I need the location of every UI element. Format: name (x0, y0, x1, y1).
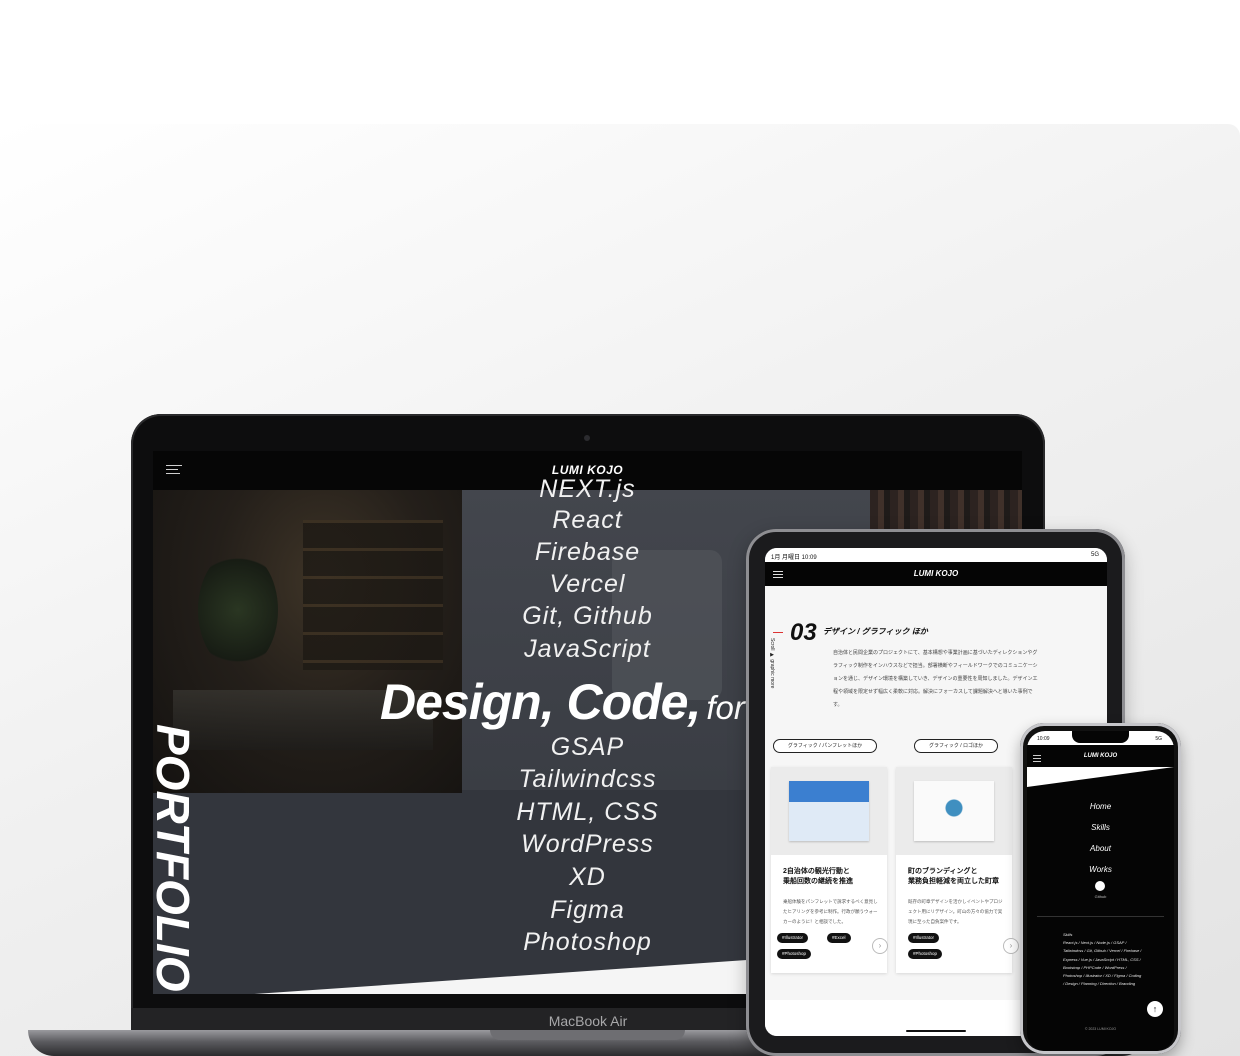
github-label: Github (1094, 894, 1107, 899)
section-body: 自治体と民間企業のプロジェクトにて、基本構想や事業計画に基づいたディレクションや… (833, 650, 1038, 708)
category-pill[interactable]: グラフィック / ロゴほか (914, 739, 998, 753)
card-tag[interactable]: #Illustrator (908, 933, 940, 943)
nav-item-works[interactable]: Works (1027, 865, 1174, 874)
site-header: LUMI KOJO (1027, 745, 1174, 767)
site-header: LUMI KOJO (765, 562, 1107, 586)
hero-big-text: Design, Code, (380, 674, 701, 730)
phone-notch (1072, 731, 1129, 743)
status-signal: 5G (1090, 552, 1099, 558)
card-title: 町のブランディングと 業務負担軽減を両立した町章 (908, 868, 999, 885)
nav-item-home[interactable]: Home (1027, 802, 1174, 811)
next-arrow-icon[interactable]: › (872, 938, 888, 954)
slanted-divider (1027, 767, 1174, 787)
back-to-top-icon[interactable]: ↑ (1147, 1001, 1163, 1017)
card-image (771, 767, 887, 855)
card-tag[interactable]: #Photoshop (908, 949, 943, 959)
camera-dot (584, 435, 590, 441)
phone-screen: 10:09 5G LUMI KOJO Home Skills About Wor… (1027, 731, 1174, 1051)
tshirt-thumbnail (914, 781, 994, 841)
copyright: © 2023 LUMI KOJO (1084, 1027, 1117, 1031)
laptop-notch (490, 1030, 685, 1040)
card-description: 既存の町章デザインを活かしイベントやプロジェクト用にリデザイン。町山の方々の協力… (908, 899, 1003, 924)
section-title: デザイン / グラフィック ほか (823, 627, 928, 636)
card-image (896, 767, 1012, 855)
home-indicator (906, 1030, 966, 1032)
github-icon[interactable] (1095, 881, 1105, 891)
skills-list: Skills React.js / Next.js / Node.js / GS… (1063, 932, 1142, 987)
accent-line (773, 632, 783, 633)
status-time: 10:09 (1037, 736, 1050, 742)
site-logo[interactable]: LUMI KOJO (765, 569, 1107, 578)
card-tag[interactable]: #Illustrator (777, 933, 809, 943)
nav-item-skills[interactable]: Skills (1027, 823, 1174, 832)
site-logo[interactable]: LUMI KOJO (1027, 753, 1174, 759)
status-signal: 5G (1155, 736, 1162, 742)
next-arrow-icon[interactable]: › (1003, 938, 1019, 954)
skill-item: NEXT.js (539, 475, 636, 503)
scroll-label: Scroll ▶ graphic more (769, 638, 775, 689)
card-tag[interactable]: #Excel (827, 933, 851, 943)
card-tag[interactable]: #Photoshop (777, 949, 812, 959)
nav-item-about[interactable]: About (1027, 844, 1174, 853)
pamphlet-thumbnail (789, 781, 869, 841)
portfolio-vertical-title: PORTFOLIO (153, 724, 199, 992)
category-pill[interactable]: グラフィック / パンフレットほか (773, 739, 877, 753)
status-time: 1月 月曜日 10:09 (771, 555, 817, 561)
divider (1037, 916, 1164, 917)
work-card[interactable]: 2自治体の観光行動と 乗船回数の継続を推進 乗船体験をパンフレットで訴求するべく… (771, 767, 887, 973)
status-bar: 1月 月曜日 10:09 5G (765, 548, 1107, 562)
card-description: 乗船体験をパンフレットで訴求するべく意見したヒアリングを参考に制作。行政が願うウ… (783, 899, 878, 924)
card-title: 2自治体の観光行動と 乗船回数の継続を推進 (783, 868, 853, 885)
section-number: 03 (790, 619, 817, 646)
work-card[interactable]: 町のブランディングと 業務負担軽減を両立した町章 既存の町章デザインを活かしイベ… (896, 767, 1012, 973)
